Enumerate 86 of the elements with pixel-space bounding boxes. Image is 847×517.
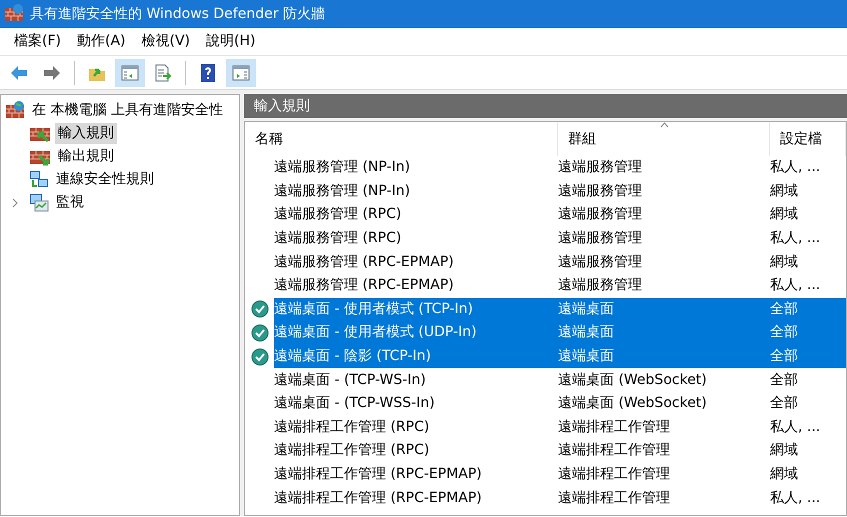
table-row[interactable]: 遠端排程工作管理 (RPC-EPMAP) 遠端排程工作管理 網域 <box>274 462 846 486</box>
column-header[interactable]: 名稱 <box>245 122 558 156</box>
tree-item[interactable]: 在 本機電腦 上具有進階安全性 <box>29 100 226 121</box>
table-cell-text: 遠端排程工作管理 <box>558 465 671 484</box>
pane-title: 輸入規則 <box>254 96 310 116</box>
table-row[interactable]: 遠端服務管理 (RPC-EPMAP) 遠端服務管理 網域 <box>274 250 846 274</box>
table-cell-text: 遠端排程工作管理 <box>558 418 671 437</box>
column-header[interactable]: 設定檔 <box>770 122 846 156</box>
table-row[interactable]: 遠端服務管理 (RPC) 遠端服務管理 私人, ... <box>274 226 846 250</box>
table-cell-text: 遠端排程工作管理 <box>558 488 671 508</box>
window-panel-icon <box>120 62 140 82</box>
window-panel-icon <box>231 62 251 82</box>
menu-item[interactable]: 說明(H) <box>198 29 264 54</box>
table-cell-text: 遠端桌面 - (TCP-WSS-In) <box>274 394 436 414</box>
table-cell-text: 全部 <box>770 347 799 366</box>
table-row[interactable]: 遠端桌面 - (TCP-WS-In) 遠端桌面 (WebSocket) 全部 <box>274 368 846 392</box>
table-cell-text: 私人, ... <box>770 229 822 248</box>
table-cell-text: 遠端服務管理 <box>558 205 643 224</box>
tree-item[interactable]: 連線安全性規則 <box>53 169 157 190</box>
table-row[interactable]: 遠端排程工作管理 (RPC-EPMAP) 遠端排程工作管理 私人, ... <box>274 486 846 510</box>
menu-item[interactable]: 檢視(V) <box>134 29 198 54</box>
monitor-icon <box>29 192 49 212</box>
table-row[interactable]: 遠端服務管理 (NP-In) 遠端服務管理 私人, ... <box>274 156 846 180</box>
table-row[interactable]: 遠端桌面 - 使用者模式 (TCP-In) 遠端桌面 全部 <box>274 298 846 322</box>
table-cell-text: 全部 <box>770 300 799 319</box>
toolbar-button[interactable] <box>115 58 145 86</box>
table-cell-text: 全部 <box>770 370 799 390</box>
help-icon <box>198 62 218 82</box>
menu-item[interactable]: 檔案(F) <box>6 29 69 54</box>
table-row[interactable]: 遠端桌面 - (TCP-WSS-In) 遠端桌面 (WebSocket) 全部 <box>274 392 846 416</box>
table-row[interactable]: 遠端服務管理 (RPC-EPMAP) 遠端服務管理 私人, ... <box>274 274 846 298</box>
toolbar-button[interactable] <box>226 58 256 86</box>
table-cell-text: 遠端桌面 - (TCP-WS-In) <box>274 370 427 390</box>
table-cell-text: 遠端服務管理 (NP-In) <box>274 182 412 201</box>
table-cell-text: 遠端服務管理 <box>558 182 643 201</box>
table-cell-text: 遠端服務管理 (RPC-EPMAP) <box>274 252 455 272</box>
firewall-globe-icon <box>4 4 24 24</box>
table-cell-text: 遠端服務管理 (RPC) <box>274 229 402 248</box>
table-cell-text: 私人, ... <box>770 418 822 437</box>
table-cell-text: 網域 <box>770 182 799 201</box>
sort-caret-icon <box>660 122 669 128</box>
table-cell-text: 遠端服務管理 <box>558 252 643 272</box>
table-cell-text: 私人, ... <box>770 158 822 178</box>
table-cell-text: 遠端排程工作管理 (RPC) <box>274 441 430 460</box>
table-cell-text: 遠端桌面 <box>558 300 615 319</box>
table-cell-text: 遠端桌面 <box>558 323 615 342</box>
table-row[interactable]: 遠端服務管理 (RPC) 遠端服務管理 網域 <box>274 203 846 227</box>
table-cell-text: 遠端桌面 - 使用者模式 (TCP-In) <box>274 300 474 319</box>
table-cell-text: 遠端服務管理 (RPC-EPMAP) <box>274 276 455 296</box>
computers-icon <box>29 170 49 190</box>
table-cell-text: 網域 <box>770 441 799 460</box>
table-cell-text: 私人, ... <box>770 276 822 296</box>
table-row[interactable]: 遠端桌面 - 使用者模式 (UDP-In) 遠端桌面 全部 <box>274 321 846 345</box>
table-cell-text: 遠端排程工作管理 (RPC) <box>274 418 430 437</box>
tree-item[interactable]: 輸入規則 <box>55 123 117 144</box>
table-cell-text: 全部 <box>770 323 799 342</box>
menu-item[interactable]: 動作(A) <box>68 29 134 54</box>
table-cell-text: 遠端桌面 - 使用者模式 (UDP-In) <box>274 323 478 342</box>
table-cell-text: 遠端桌面 (WebSocket) <box>558 394 708 414</box>
table-cell-text: 遠端桌面 <box>558 347 615 366</box>
column-header[interactable]: 群組 <box>558 122 770 156</box>
table-cell-text: 遠端服務管理 <box>558 229 643 248</box>
table-cell-text: 網域 <box>770 465 799 484</box>
table-cell-text: 全部 <box>770 394 799 414</box>
table-cell-text: 網域 <box>770 252 799 272</box>
table-cell-text: 遠端服務管理 <box>558 158 643 178</box>
table-row[interactable]: 遠端排程工作管理 (RPC) 遠端排程工作管理 網域 <box>274 439 846 463</box>
firewall-globe-icon <box>5 100 25 120</box>
table-row[interactable]: 遠端排程工作管理 (RPC) 遠端排程工作管理 私人, ... <box>274 416 846 440</box>
table-cell-text: 遠端服務管理 (RPC) <box>274 205 402 224</box>
table-cell-text: 遠端排程工作管理 <box>558 441 671 460</box>
table-cell-text: 遠端桌面 - 陰影 (TCP-In) <box>274 347 432 366</box>
table-cell-text: 私人, ... <box>770 488 822 508</box>
expand-chevron-icon[interactable] <box>11 198 19 208</box>
table-cell-text: 遠端排程工作管理 (RPC-EPMAP) <box>274 465 483 484</box>
table-cell-text: 遠端排程工作管理 (RPC-EPMAP) <box>274 488 483 508</box>
window-title: 具有進階安全性的 Windows Defender 防火牆 <box>30 4 325 24</box>
table-cell-text: 遠端服務管理 (NP-In) <box>274 158 412 178</box>
table-cell-text: 網域 <box>770 205 799 224</box>
tree-item[interactable]: 輸出規則 <box>55 146 117 167</box>
table-row[interactable]: 遠端桌面 - 陰影 (TCP-In) 遠端桌面 全部 <box>274 344 846 368</box>
table-cell-text: 遠端服務管理 <box>558 276 643 296</box>
table-row[interactable]: 遠端服務管理 (NP-In) 遠端服務管理 網域 <box>274 180 846 204</box>
table-cell-text: 遠端桌面 (WebSocket) <box>558 370 708 390</box>
tree-item[interactable]: 監視 <box>53 192 87 213</box>
document-arrow-icon <box>153 62 173 82</box>
